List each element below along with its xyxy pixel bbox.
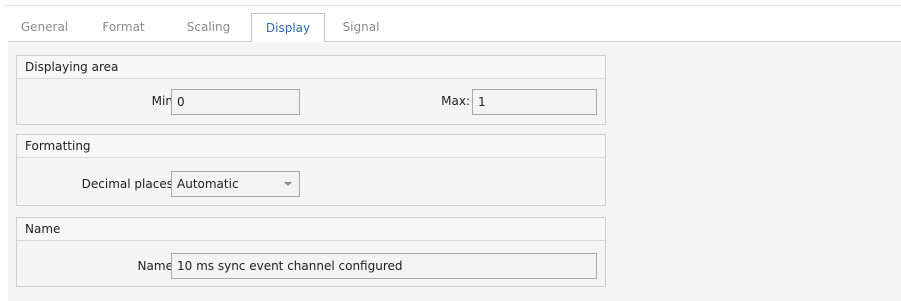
- decimal-places-select[interactable]: Automatic: [171, 171, 300, 197]
- displaying-area-header: Displaying area: [17, 56, 605, 79]
- formatting-group: Formatting Decimal places: Automatic: [16, 134, 606, 206]
- tab-general[interactable]: General: [8, 13, 81, 41]
- chevron-down-icon[interactable]: [283, 172, 293, 196]
- name-label: Name:: [137, 259, 177, 273]
- displaying-area-group: Displaying area Min: 0 Max: 1: [16, 55, 606, 125]
- min-label: Min:: [151, 94, 177, 108]
- tab-display[interactable]: Display: [251, 13, 325, 42]
- tab-bar: General Format Scaling Display Signal: [8, 13, 901, 42]
- name-input[interactable]: 10 ms sync event channel configured: [171, 253, 597, 279]
- tab-signal[interactable]: Signal: [325, 13, 397, 41]
- max-input[interactable]: 1: [472, 89, 597, 115]
- decimal-places-value: Automatic: [177, 177, 239, 191]
- tab-format[interactable]: Format: [81, 13, 166, 41]
- top-rule: [4, 5, 901, 6]
- formatting-header: Formatting: [17, 135, 605, 158]
- name-header: Name: [17, 218, 605, 241]
- name-group: Name Name: 10 ms sync event channel conf…: [16, 217, 606, 287]
- max-label: Max:: [441, 94, 470, 108]
- decimal-places-label: Decimal places:: [81, 177, 177, 191]
- min-input[interactable]: 0: [171, 89, 300, 115]
- tab-scaling[interactable]: Scaling: [166, 13, 251, 41]
